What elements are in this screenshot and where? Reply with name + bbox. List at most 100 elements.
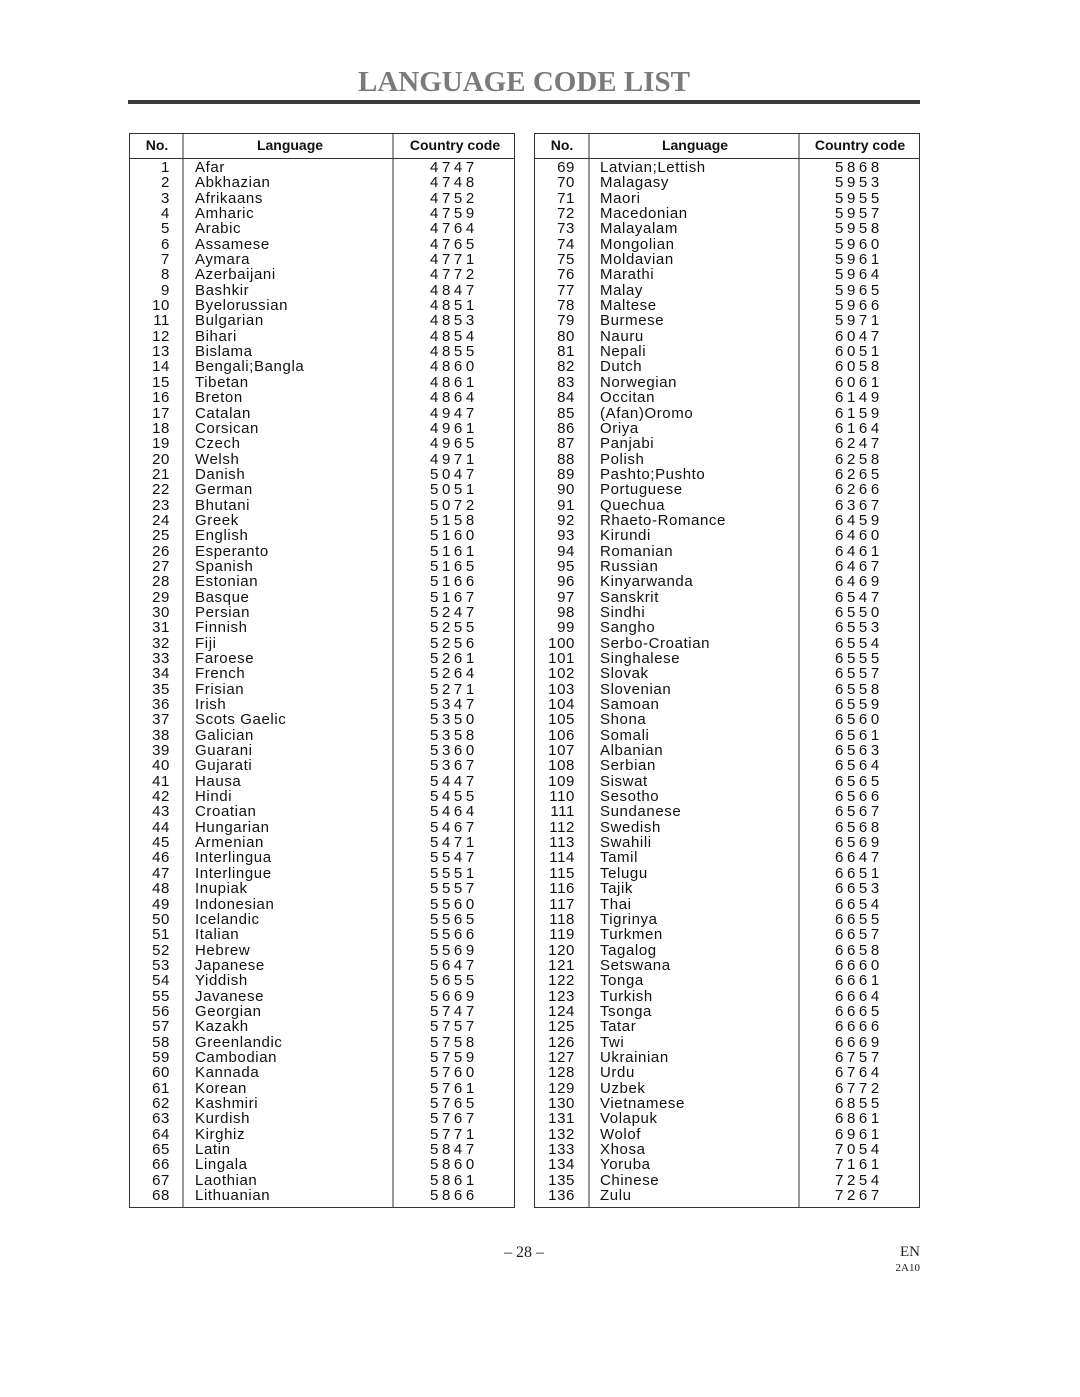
- country-code: 5957: [835, 205, 883, 223]
- language-name: Slovenian: [600, 680, 672, 698]
- table-row: 48 Inupiak 5557: [130, 881, 514, 897]
- table-row: 18 Corsican 4961: [130, 420, 514, 436]
- table-row: 81 Nepali 6051: [535, 343, 919, 361]
- table-row: 5 Arabic 4764: [130, 220, 514, 238]
- language-name: Arabic: [195, 220, 242, 238]
- country-code: 5264: [430, 665, 478, 683]
- country-code: 5669: [430, 987, 478, 1005]
- table-body: 69 Latvian;Lettish 5868 70 Malagasy 5953 71 Mao…: [535, 159, 919, 1204]
- language-name: Yiddish: [195, 972, 248, 990]
- row-number: 125: [548, 1018, 575, 1036]
- language-name: Romanian: [600, 542, 674, 560]
- country-code: 5958: [835, 220, 883, 238]
- language-name: Occitan: [600, 389, 656, 407]
- language-name: Estonian: [195, 573, 259, 591]
- table-row: 65 Latin 5847: [130, 1142, 514, 1158]
- table-row: 10 Byelorussian 4851: [130, 297, 514, 315]
- row-number: 31: [152, 619, 170, 637]
- country-code: 6665: [835, 1002, 883, 1020]
- country-code: 4765: [430, 235, 478, 253]
- language-name: Tigrinya: [600, 910, 658, 928]
- language-name: Lingala: [195, 1156, 248, 1174]
- language-name: Sanskrit: [600, 588, 659, 606]
- language-name: Bislama: [195, 343, 253, 361]
- table-row: 110 Sesotho 6566: [535, 789, 919, 805]
- row-number: 59: [152, 1048, 170, 1066]
- row-number: 63: [152, 1110, 170, 1128]
- row-number: 126: [548, 1033, 575, 1051]
- country-code: 6654: [835, 895, 883, 913]
- country-code: 5966: [835, 297, 883, 315]
- table-row: 80 Nauru 6047: [535, 328, 919, 344]
- row-number: 10: [152, 297, 170, 315]
- language-name: Turkish: [600, 987, 653, 1005]
- header-language: Language: [661, 137, 729, 153]
- table-row: 71 Maori 5955: [535, 190, 919, 206]
- row-number: 121: [548, 956, 575, 974]
- country-code: 6651: [835, 864, 883, 882]
- table-row: 38 Galician 5358: [130, 726, 514, 744]
- table-row: 56 Georgian 5747: [130, 1002, 514, 1020]
- language-name: Bashkir: [195, 281, 250, 299]
- table-row: 51 Italian 5566: [130, 927, 514, 943]
- row-number: 97: [557, 588, 575, 606]
- country-code: 4864: [430, 389, 478, 407]
- language-name: Setswana: [600, 956, 671, 974]
- table-row: 119 Turkmen 6657: [535, 926, 919, 944]
- table-row: 98 Sindhi 6550: [535, 605, 919, 621]
- language-name: Icelandic: [195, 910, 260, 928]
- row-number: 91: [557, 496, 575, 514]
- table-row: 34 French 5264: [130, 665, 514, 683]
- country-code: 6565: [835, 772, 883, 790]
- table-row: 24 Greek 5158: [130, 513, 514, 529]
- country-code: 4772: [430, 266, 478, 284]
- row-number: 42: [152, 788, 170, 806]
- language-name: Afrikaans: [195, 189, 263, 207]
- language-name: Georgian: [195, 1002, 262, 1020]
- row-number: 122: [548, 972, 575, 990]
- language-name: Assamese: [195, 235, 270, 253]
- country-code: 4851: [430, 297, 478, 315]
- row-number: 81: [557, 343, 575, 361]
- language-name: Tagalog: [600, 941, 657, 959]
- row-number: 105: [548, 711, 575, 729]
- country-code: 5051: [430, 481, 478, 499]
- row-number: 86: [557, 419, 575, 437]
- row-number: 134: [548, 1156, 575, 1174]
- table-row: 33 Faroese 5261: [130, 651, 514, 667]
- table-row: 123 Turkish 6664: [535, 987, 919, 1005]
- row-number: 38: [152, 726, 170, 744]
- row-number: 26: [152, 542, 170, 560]
- language-name: Guarani: [195, 742, 253, 760]
- language-name: Panjabi: [600, 435, 655, 453]
- row-number: 118: [549, 910, 575, 928]
- row-number: 93: [557, 527, 575, 545]
- language-table-right: No. Language Country code 69 Latvian;Lett…: [534, 133, 920, 1208]
- language-name: Samoan: [600, 696, 660, 714]
- country-code: 5447: [430, 772, 478, 790]
- row-number: 69: [557, 159, 575, 176]
- country-code: 4752: [430, 189, 478, 207]
- country-code: 6564: [835, 757, 883, 775]
- country-code: 6655: [835, 910, 883, 928]
- country-code: 6658: [835, 941, 883, 959]
- country-code: 4947: [430, 404, 478, 422]
- row-number: 74: [557, 235, 575, 253]
- country-code: 7161: [835, 1156, 883, 1174]
- country-code: 4847: [430, 281, 478, 299]
- table-row: 59 Cambodian 5759: [130, 1048, 514, 1066]
- language-name: Armenian: [195, 834, 264, 852]
- language-name: Kurdish: [195, 1110, 251, 1128]
- country-code: 5350: [430, 711, 478, 729]
- row-number: 11: [153, 312, 170, 330]
- row-number: 27: [152, 557, 170, 575]
- table-row: 37 Scots Gaelic 5350: [130, 711, 514, 729]
- table-row: 60 Kannada 5760: [130, 1065, 514, 1081]
- language-name: Turkmen: [600, 926, 663, 944]
- country-code: 5971: [835, 312, 883, 330]
- row-number: 119: [549, 926, 575, 944]
- table-row: 30 Persian 5247: [130, 605, 514, 621]
- table-row: 95 Russian 6467: [535, 559, 919, 575]
- language-name: Danish: [195, 465, 246, 483]
- table-row: 134 Yoruba 7161: [535, 1156, 919, 1174]
